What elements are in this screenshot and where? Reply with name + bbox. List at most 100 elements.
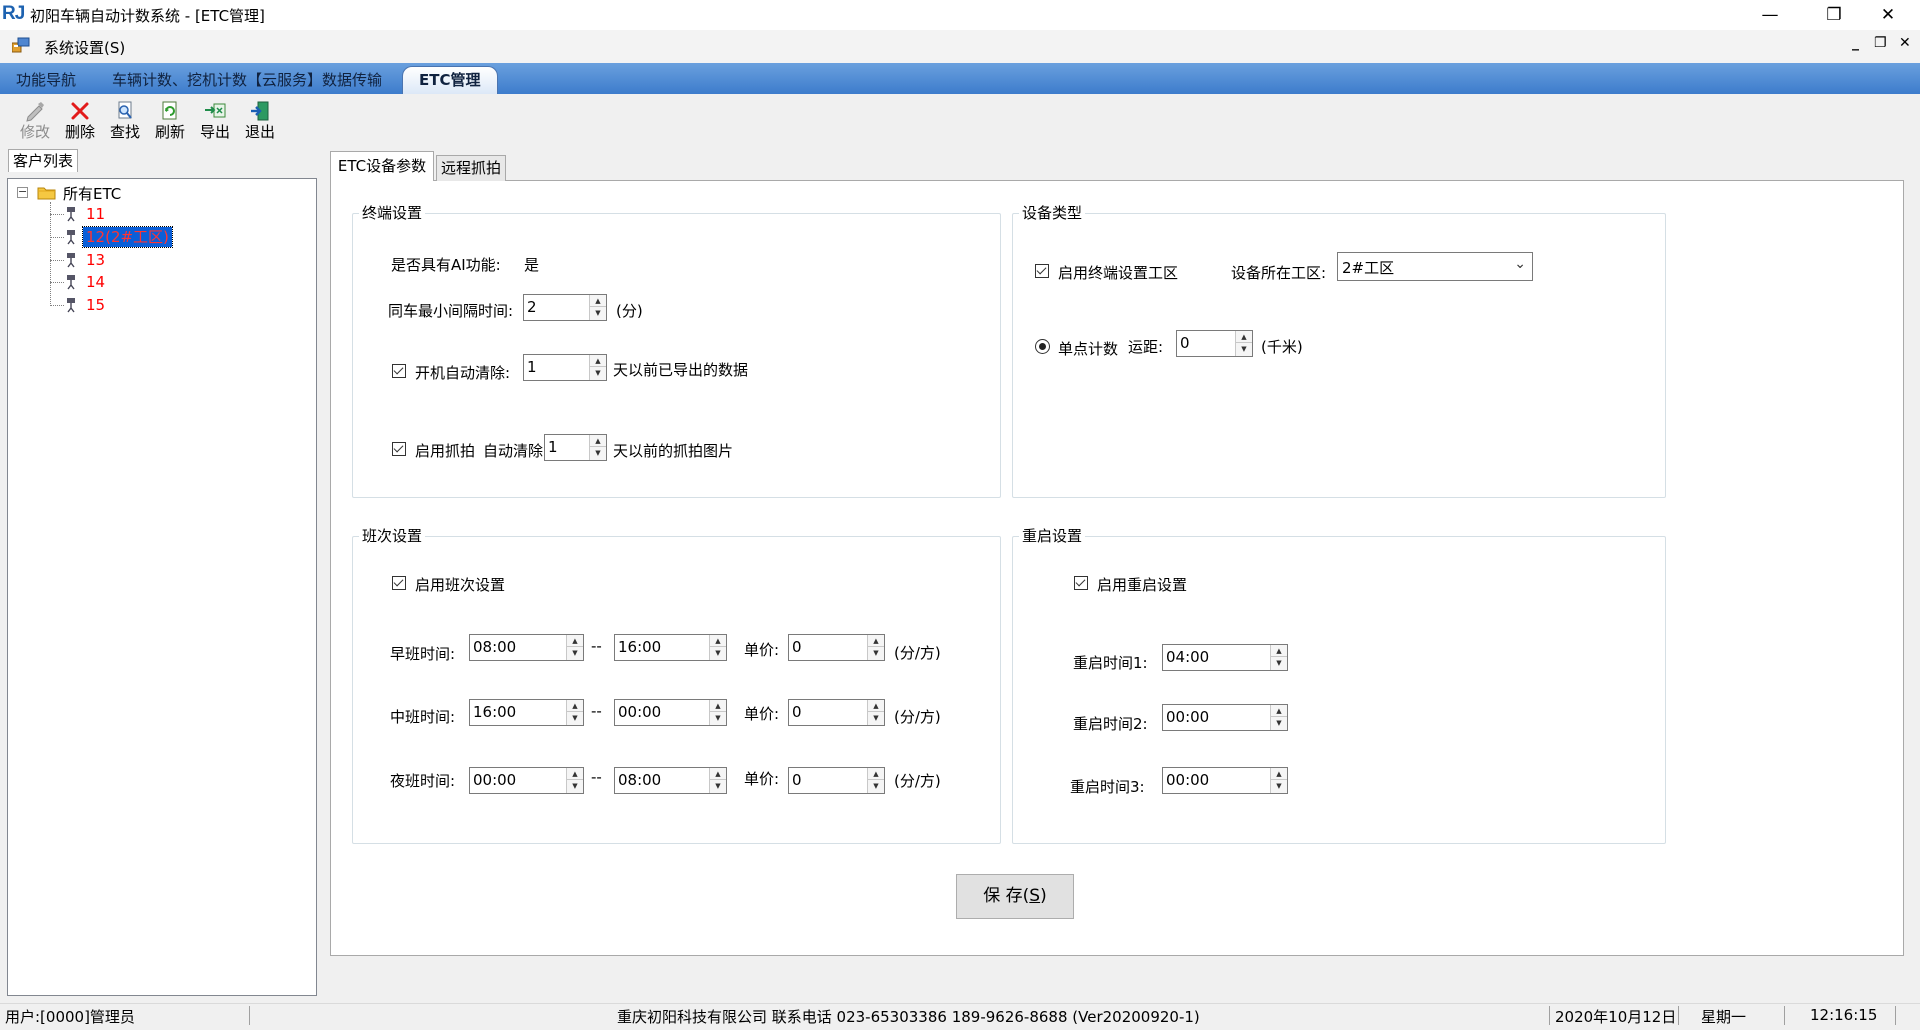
spin-up-icon[interactable]: ▲ <box>1271 645 1287 657</box>
spin-down-icon[interactable]: ▼ <box>1271 780 1287 792</box>
search-button[interactable]: 查找 <box>103 100 147 144</box>
mdi-minimize-button[interactable]: _ <box>1852 35 1859 51</box>
spin-down-icon[interactable]: ▼ <box>1271 717 1287 729</box>
stepper-arrows[interactable]: ▲ ▼ <box>566 635 583 660</box>
spin-up-icon[interactable]: ▲ <box>567 700 583 712</box>
spin-down-icon[interactable]: ▼ <box>567 712 583 724</box>
spin-down-icon[interactable]: ▼ <box>1271 657 1287 669</box>
distance-stepper[interactable]: 0 ▲ ▼ <box>1176 330 1253 357</box>
restart-time-2-stepper[interactable]: 00:00 ▲ ▼ <box>1162 704 1288 731</box>
spin-up-icon[interactable]: ▲ <box>868 635 884 647</box>
spin-up-icon[interactable]: ▲ <box>567 635 583 647</box>
morning-shift-price[interactable]: 0 ▲ ▼ <box>788 634 885 661</box>
tree-connector <box>50 260 64 261</box>
spin-up-icon[interactable]: ▲ <box>710 700 726 712</box>
stepper-arrows[interactable]: ▲ ▼ <box>1270 645 1287 670</box>
stepper-arrows[interactable]: ▲ ▼ <box>709 700 726 725</box>
tab-data-transfer[interactable]: 车辆计数、挖机计数【云服务】数据传输 <box>104 67 390 94</box>
night-shift-price[interactable]: 0 ▲ ▼ <box>788 767 885 794</box>
spin-down-icon[interactable]: ▼ <box>868 712 884 724</box>
enable-terminal-area-checkbox[interactable] <box>1035 264 1049 278</box>
spin-down-icon[interactable]: ▼ <box>710 780 726 792</box>
stepper-arrows[interactable]: ▲ ▼ <box>566 700 583 725</box>
stepper-arrows[interactable]: ▲ ▼ <box>1270 705 1287 730</box>
auto-clear-checkbox[interactable] <box>392 364 406 378</box>
middle-shift-label: 中班时间: <box>390 708 456 726</box>
capture-enable-checkbox[interactable] <box>392 442 406 456</box>
edit-button[interactable]: 修改 <box>13 100 57 144</box>
minimize-button[interactable]: — <box>1738 0 1802 30</box>
middle-shift-end[interactable]: 00:00 ▲ ▼ <box>614 699 727 726</box>
export-button[interactable]: 导出 <box>193 100 237 144</box>
enable-shift-checkbox[interactable] <box>392 576 406 590</box>
spin-down-icon[interactable]: ▼ <box>1236 343 1252 355</box>
spin-down-icon[interactable]: ▼ <box>868 647 884 659</box>
night-shift-start[interactable]: 00:00 ▲ ▼ <box>469 767 584 794</box>
spin-up-icon[interactable]: ▲ <box>868 768 884 780</box>
stepper-arrows[interactable]: ▲ ▼ <box>867 635 884 660</box>
spin-down-icon[interactable]: ▼ <box>710 647 726 659</box>
night-shift-end[interactable]: 08:00 ▲ ▼ <box>614 767 727 794</box>
tab-function-navigation[interactable]: 功能导航 <box>8 67 84 94</box>
single-count-radio[interactable] <box>1035 339 1050 354</box>
exit-button[interactable]: 退出 <box>238 100 282 144</box>
stepper-arrows[interactable]: ▲ ▼ <box>1235 331 1252 356</box>
menu-system-settings[interactable]: 系统设置(S) <box>44 37 125 58</box>
stepper-arrows[interactable]: ▲ ▼ <box>1270 768 1287 793</box>
spin-up-icon[interactable]: ▲ <box>710 768 726 780</box>
auto-clear-days-stepper[interactable]: 1 ▲ ▼ <box>523 354 607 381</box>
morning-shift-end[interactable]: 16:00 ▲ ▼ <box>614 634 727 661</box>
min-interval-label: 同车最小间隔时间: <box>388 302 514 320</box>
capture-clear-days-stepper[interactable]: 1 ▲ ▼ <box>544 434 607 461</box>
spin-up-icon[interactable]: ▲ <box>868 700 884 712</box>
module-tab-strip: 功能导航 车辆计数、挖机计数【云服务】数据传输 ETC管理 <box>0 63 1920 94</box>
middle-shift-price[interactable]: 0 ▲ ▼ <box>788 699 885 726</box>
restart-time-3-stepper[interactable]: 00:00 ▲ ▼ <box>1162 767 1288 794</box>
spin-up-icon[interactable]: ▲ <box>1271 705 1287 717</box>
spin-up-icon[interactable]: ▲ <box>590 295 606 307</box>
delete-button[interactable]: 删除 <box>58 100 102 144</box>
tree-collapse-toggle[interactable]: − <box>17 186 28 198</box>
mdi-restore-button[interactable]: ❐ <box>1874 35 1887 51</box>
spin-down-icon[interactable]: ▼ <box>567 780 583 792</box>
stepper-arrows[interactable]: ▲ ▼ <box>589 435 606 460</box>
middle-shift-start[interactable]: 16:00 ▲ ▼ <box>469 699 584 726</box>
spin-down-icon[interactable]: ▼ <box>590 367 606 379</box>
night-shift-start-value: 00:00 <box>473 771 517 789</box>
tab-etc-management[interactable]: ETC管理 <box>402 66 498 94</box>
spin-down-icon[interactable]: ▼ <box>710 712 726 724</box>
restart-time-1-stepper[interactable]: 04:00 ▲ ▼ <box>1162 644 1288 671</box>
min-interval-stepper[interactable]: 2 ▲ ▼ <box>523 294 607 321</box>
stepper-arrows[interactable]: ▲ ▼ <box>709 768 726 793</box>
stepper-arrows[interactable]: ▲ ▼ <box>589 295 606 320</box>
camera-node-icon <box>67 253 75 268</box>
stepper-arrows[interactable]: ▲ ▼ <box>709 635 726 660</box>
tree-root-all-etc[interactable]: 所有ETC <box>63 183 121 204</box>
refresh-button[interactable]: 刷新 <box>148 100 192 144</box>
stepper-arrows[interactable]: ▲ ▼ <box>867 768 884 793</box>
spin-down-icon[interactable]: ▼ <box>567 647 583 659</box>
stepper-arrows[interactable]: ▲ ▼ <box>566 768 583 793</box>
tab-etc-device-params[interactable]: ETC设备参数 <box>330 151 434 181</box>
spin-up-icon[interactable]: ▲ <box>567 768 583 780</box>
enable-restart-checkbox[interactable] <box>1074 576 1088 590</box>
tab-remote-capture[interactable]: 远程抓拍 <box>436 155 506 181</box>
morning-shift-start[interactable]: 08:00 ▲ ▼ <box>469 634 584 661</box>
single-count-label: 单点计数 <box>1058 340 1119 358</box>
spin-down-icon[interactable]: ▼ <box>590 307 606 319</box>
save-button[interactable]: 保 存(S) <box>956 874 1074 919</box>
spin-up-icon[interactable]: ▲ <box>710 635 726 647</box>
mdi-close-button[interactable]: ✕ <box>1899 35 1911 51</box>
tab-customer-list[interactable]: 客户列表 <box>8 149 78 172</box>
spin-up-icon[interactable]: ▲ <box>590 355 606 367</box>
spin-down-icon[interactable]: ▼ <box>868 780 884 792</box>
spin-up-icon[interactable]: ▲ <box>590 435 606 447</box>
work-area-select[interactable]: 2#工区 ⌄ <box>1337 252 1533 281</box>
spin-up-icon[interactable]: ▲ <box>1271 768 1287 780</box>
close-button[interactable]: ✕ <box>1856 0 1920 30</box>
stepper-arrows[interactable]: ▲ ▼ <box>589 355 606 380</box>
stepper-arrows[interactable]: ▲ ▼ <box>867 700 884 725</box>
spin-down-icon[interactable]: ▼ <box>590 447 606 459</box>
customer-tree-panel <box>7 178 317 996</box>
spin-up-icon[interactable]: ▲ <box>1236 331 1252 343</box>
